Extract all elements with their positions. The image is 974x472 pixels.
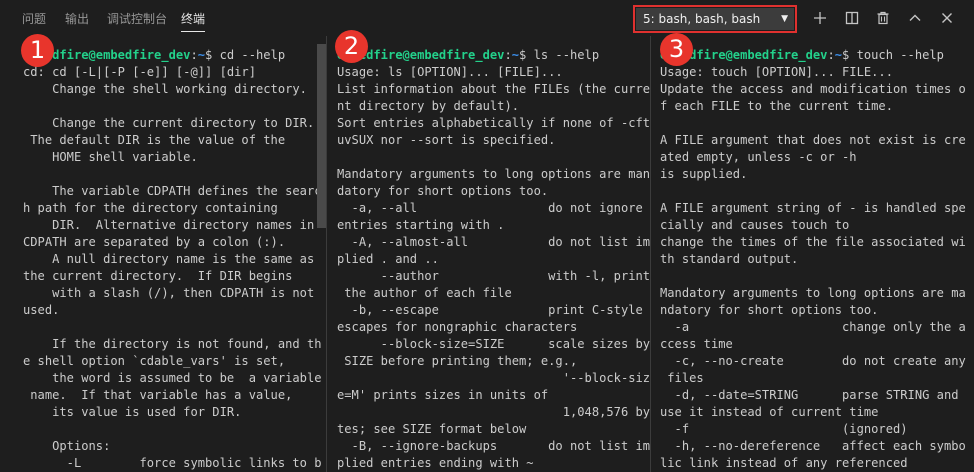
split-icon — [845, 11, 859, 25]
prompt-separator: : — [504, 48, 512, 62]
terminal-select-value: 5: bash, bash, bash — [643, 12, 761, 26]
terminal-output: cd: cd [-L|[-P [-e]] [-@]] [dir] Change … — [23, 65, 322, 470]
kill-terminal-button[interactable] — [873, 8, 893, 28]
terminal-output: Usage: touch [OPTION]... FILE... Update … — [660, 65, 966, 470]
split-terminal-button[interactable] — [842, 8, 862, 28]
prompt-dollar: $ — [205, 48, 220, 62]
prompt-separator: : — [827, 48, 835, 62]
prompt-path: ~ — [834, 48, 843, 62]
terminal-command: ls --help — [533, 48, 600, 62]
terminal-pane-3[interactable]: embedfire@embedfire_dev:~$ touch --help … — [651, 36, 974, 472]
panel-header: 问题 输出 调试控制台 终端 5: bash, bash, bash ▼ — [0, 0, 974, 36]
terminal-select[interactable]: 5: bash, bash, bash ▼ — [636, 8, 794, 30]
terminal-pane-1[interactable]: embedfire@embedfire_dev:~$ cd --help cd:… — [0, 36, 326, 472]
terminal-pane-2[interactable]: embedfire@embedfire_dev:~$ ls --help Usa… — [327, 36, 650, 472]
prompt-dollar: $ — [842, 48, 857, 62]
tab-output[interactable]: 输出 — [65, 11, 89, 27]
annotation-badge-2: 2 — [335, 30, 368, 63]
tab-terminal[interactable]: 终端 — [181, 11, 206, 32]
terminal-scrollbar[interactable] — [317, 44, 326, 228]
plus-icon — [814, 12, 826, 24]
new-terminal-button[interactable] — [810, 8, 830, 28]
terminal-select-highlight: 5: bash, bash, bash ▼ — [633, 5, 797, 33]
annotation-badge-3: 3 — [660, 33, 693, 66]
close-panel-button[interactable] — [937, 8, 957, 28]
prompt-path: ~ — [511, 48, 520, 62]
tab-debug-console[interactable]: 调试控制台 — [107, 11, 167, 27]
close-icon — [942, 13, 952, 23]
prompt-separator: : — [190, 48, 198, 62]
terminal-command: touch --help — [856, 48, 944, 62]
chevron-up-icon — [909, 14, 921, 21]
trash-icon — [877, 11, 889, 25]
terminal-output: Usage: ls [OPTION]... [FILE]... List inf… — [337, 65, 650, 470]
prompt-dollar: $ — [519, 48, 534, 62]
annotation-badge-1: 1 — [21, 34, 54, 67]
tab-problems[interactable]: 问题 — [22, 11, 46, 27]
chevron-down-icon: ▼ — [781, 14, 788, 24]
prompt-path: ~ — [197, 48, 206, 62]
maximize-panel-button[interactable] — [905, 8, 925, 28]
terminal-command: cd --help — [219, 48, 286, 62]
